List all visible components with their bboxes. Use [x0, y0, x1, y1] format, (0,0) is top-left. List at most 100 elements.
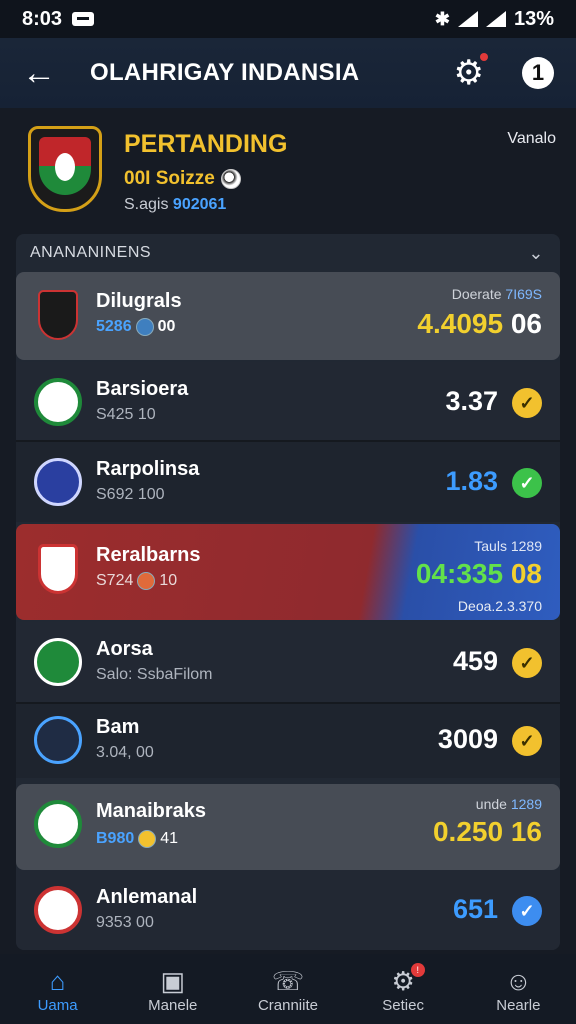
- list-item[interactable]: Anlemanal 9353 00 651 ✓: [16, 870, 560, 950]
- caption-text: unde: [475, 796, 507, 812]
- app-title: OLAHRIGAY INDANSIA: [90, 59, 360, 86]
- odds-suffix: 16: [510, 816, 542, 847]
- team-logo: [34, 800, 82, 848]
- ball-icon: [137, 572, 156, 590]
- back-arrow-icon[interactable]: ←: [22, 56, 62, 90]
- team-subinfo: S425 10: [96, 406, 156, 423]
- caption-text: Tauls: [474, 538, 507, 554]
- team-logo: [38, 290, 78, 340]
- nav-settings[interactable]: ⚙! Setiec: [348, 962, 458, 1014]
- team-name: Manaibraks: [96, 800, 207, 822]
- odds-caption: unde 1289: [476, 796, 542, 812]
- list-item[interactable]: Bam 3.04, 00 3009 ✓: [16, 704, 560, 778]
- subinfo-b: 00: [157, 318, 176, 335]
- team-name: Bam: [96, 716, 140, 738]
- odds-value[interactable]: 3009: [438, 724, 498, 755]
- team-name: Reralbarns: [96, 544, 201, 566]
- subinfo-a: 5286: [96, 318, 132, 335]
- odds-main: 459: [452, 646, 498, 676]
- panel-header[interactable]: ANANANINENS ⌄: [16, 234, 560, 272]
- team-logo: [34, 886, 82, 934]
- list-item[interactable]: Rarpolinsa S692 100 1.83 ✓: [16, 442, 560, 522]
- league-subtitle: 00I Soizze: [124, 168, 241, 190]
- odds-main: 1.83: [445, 466, 498, 496]
- signal-icon: [457, 11, 478, 27]
- soccer-ball-icon: [220, 169, 241, 189]
- odds-suffix: 06: [510, 308, 542, 339]
- odds-value[interactable]: 0.250 16: [433, 816, 542, 848]
- odds-main: 4.4095: [417, 308, 504, 339]
- tv-icon: ▣: [160, 965, 186, 996]
- home-icon: ⌂: [49, 965, 66, 996]
- caption-value: 1289: [510, 538, 542, 554]
- notification-dot: [480, 53, 488, 61]
- list-item[interactable]: Manaibraks B980 41 unde 1289 0.250 16: [16, 784, 560, 870]
- bluetooth-icon: ✱: [434, 8, 450, 29]
- ball-icon: [135, 318, 154, 336]
- nav-label: Uama: [37, 996, 78, 1014]
- subinfo-b: 41: [160, 830, 179, 847]
- check-icon[interactable]: ✓: [512, 726, 542, 756]
- check-icon[interactable]: ✓: [512, 896, 542, 926]
- odds-value[interactable]: 651: [453, 894, 498, 925]
- odds-main: 3009: [437, 724, 498, 754]
- team-name: Dilugrals: [96, 290, 182, 312]
- odds-value[interactable]: 4.4095 06: [417, 308, 542, 340]
- subinfo-a: B980: [96, 830, 135, 847]
- nav-label: Manele: [148, 996, 198, 1014]
- wifi-icon: [485, 11, 506, 27]
- team-subinfo: 3.04, 00: [96, 744, 154, 761]
- meta-value: 902061: [172, 196, 227, 213]
- subinfo-b: 10: [159, 572, 178, 589]
- list-item[interactable]: Dilugrals 5286 00 Doerate 7I69S 4.4095 0…: [16, 272, 560, 360]
- odds-value[interactable]: 3.37: [445, 386, 498, 417]
- odds-main: 0.250: [432, 816, 504, 847]
- nav-label: Nearle: [496, 996, 541, 1014]
- list-item[interactable]: Reralbarns S724 10 Tauls 1289 04:335 08 …: [16, 524, 560, 620]
- odds-footnote: Deoa.2.3.370: [457, 598, 542, 614]
- odds-caption: Doerate 7I69S: [452, 286, 542, 302]
- header-right-label[interactable]: Vanalo: [507, 130, 556, 148]
- league-header: PERTANDING 00I Soizze S.agis 902061 Vana…: [0, 108, 576, 228]
- odds-caption: Tauls 1289: [474, 538, 542, 554]
- team-logo: [34, 716, 82, 764]
- nav-profile[interactable]: ☺ Nearle: [463, 965, 573, 1014]
- check-icon[interactable]: ✓: [512, 468, 542, 498]
- check-icon[interactable]: ✓: [512, 648, 542, 678]
- odds-main: 04:335: [415, 558, 504, 589]
- nav-home[interactable]: ⌂ Uama: [3, 965, 113, 1014]
- odds-value[interactable]: 459: [453, 646, 498, 677]
- league-crest: [28, 126, 102, 212]
- team-name: Barsioera: [96, 378, 189, 400]
- caption-text: Doerate: [451, 286, 502, 302]
- ball-icon: [138, 830, 157, 848]
- gear-icon[interactable]: ⚙: [454, 53, 488, 93]
- odds-value[interactable]: 1.83: [445, 466, 498, 497]
- status-bar: 8:03 ✱ 13%: [0, 0, 576, 38]
- team-logo: [34, 458, 82, 506]
- check-icon[interactable]: ✓: [512, 388, 542, 418]
- nav-tv[interactable]: ▣ Manele: [118, 965, 228, 1014]
- app-bar: ← OLAHRIGAY INDANSIA ⚙ 1: [0, 38, 576, 108]
- info-icon[interactable]: 1: [522, 57, 554, 89]
- meta-label: S.agis: [124, 196, 169, 213]
- odds-value[interactable]: 04:335 08: [416, 558, 542, 590]
- team-subinfo: 9353 00: [96, 914, 154, 931]
- team-name: Rarpolinsa: [96, 458, 200, 480]
- league-title: PERTANDING: [124, 130, 288, 158]
- caption-value: 7I69S: [505, 286, 542, 302]
- list-item[interactable]: Barsioera S425 10 3.37 ✓: [16, 362, 560, 442]
- nav-phone[interactable]: ☏ Cranniite: [233, 965, 343, 1014]
- team-name: Anlemanal: [96, 886, 198, 908]
- team-subinfo: Salo: SsbaFilom: [96, 666, 213, 683]
- league-meta: S.agis 902061: [124, 196, 226, 214]
- phone-icon: ☏: [271, 965, 305, 996]
- nav-label: Setiec: [382, 996, 424, 1014]
- bottom-nav: ⌂ Uama ▣ Manele ☏ Cranniite ⚙! Setiec ☺ …: [0, 954, 576, 1024]
- team-logo: [34, 378, 82, 426]
- odds-suffix: 08: [510, 558, 542, 589]
- team-logo: [34, 638, 82, 686]
- list-item[interactable]: Aorsa Salo: SsbaFilom 459 ✓: [16, 622, 560, 704]
- chevron-down-icon[interactable]: ⌄: [528, 243, 544, 264]
- team-subinfo: S724 10: [96, 572, 177, 590]
